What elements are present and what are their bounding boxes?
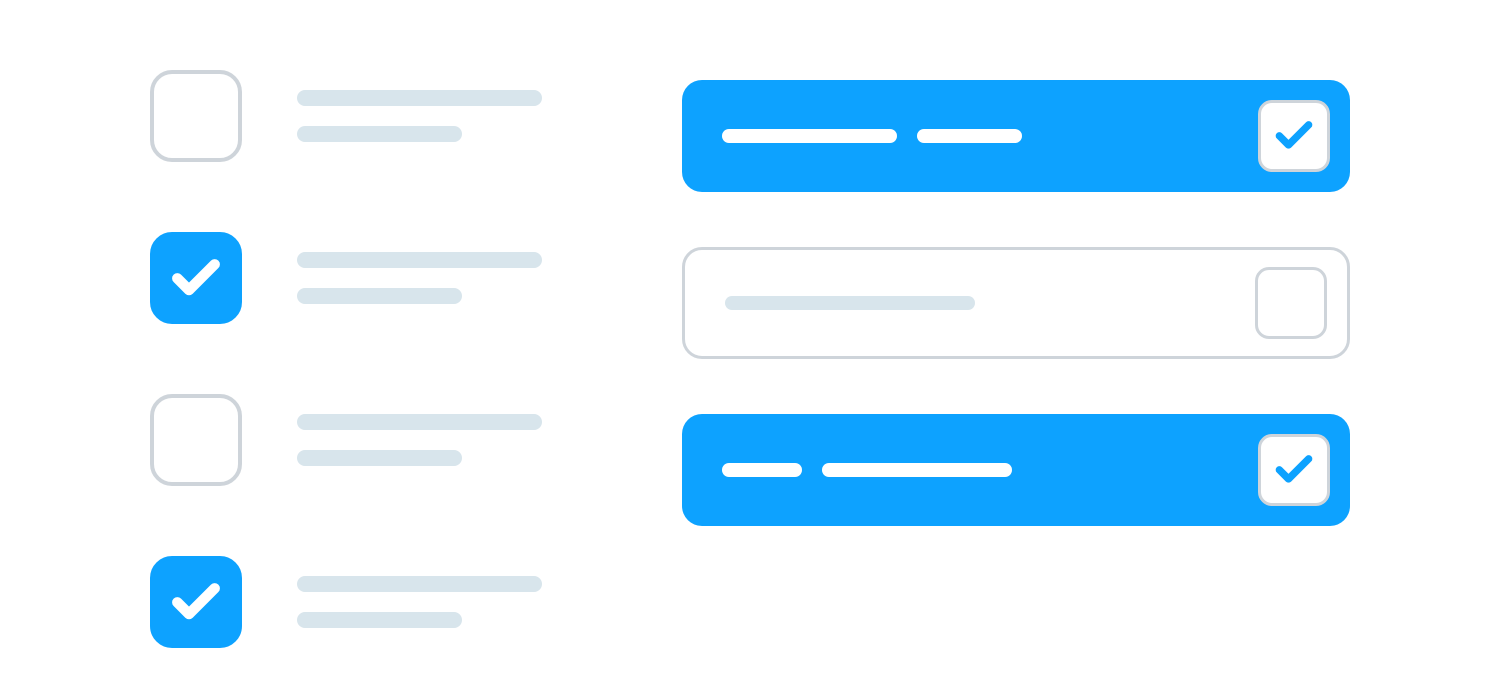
text-placeholder [297,126,462,142]
checkbox-checked[interactable] [150,232,242,324]
checkbox-checked[interactable] [150,556,242,648]
check-icon [168,572,224,633]
checkbox-checked[interactable] [1258,434,1330,506]
option-card-unselected[interactable] [682,247,1350,359]
text-placeholder [722,129,897,143]
checkbox-list [150,70,542,660]
list-item [150,394,542,486]
checkbox-checked[interactable] [1258,100,1330,172]
list-item [150,556,542,648]
text-placeholder [297,90,542,106]
option-text [722,129,1022,143]
list-item-text [297,414,542,466]
check-icon [1272,446,1316,495]
list-item [150,232,542,324]
text-placeholder [722,463,802,477]
text-placeholder [725,296,975,310]
text-placeholder [297,576,542,592]
text-placeholder [297,288,462,304]
checkbox-unchecked[interactable] [150,394,242,486]
text-placeholder [297,414,542,430]
text-placeholder [917,129,1022,143]
text-placeholder [297,450,462,466]
checkbox-unchecked[interactable] [150,70,242,162]
check-icon [1272,112,1316,161]
check-icon [168,248,224,309]
list-item [150,70,542,162]
text-placeholder [822,463,1012,477]
option-card-selected[interactable] [682,80,1350,192]
option-list [682,70,1350,660]
option-card-selected[interactable] [682,414,1350,526]
text-placeholder [297,612,462,628]
checkbox-unchecked[interactable] [1255,267,1327,339]
option-text [722,463,1012,477]
list-item-text [297,252,542,304]
list-item-text [297,576,542,628]
option-text [725,296,975,310]
list-item-text [297,90,542,142]
text-placeholder [297,252,542,268]
